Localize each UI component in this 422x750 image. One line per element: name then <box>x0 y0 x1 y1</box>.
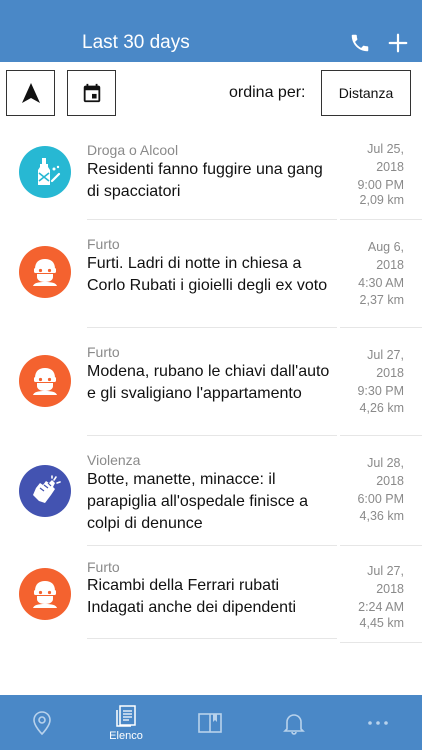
item-date: Aug 6, 2018 4:30 AM <box>324 238 404 292</box>
item-date: Jul 28, 2018 6:00 PM <box>324 454 404 508</box>
category-badge <box>19 246 71 298</box>
item-distance: 4,36 km <box>359 509 404 523</box>
item-category: Furto <box>87 344 120 360</box>
item-date-day: Aug 6, <box>367 240 404 254</box>
tab-list[interactable]: Elenco <box>84 695 168 750</box>
item-date: Jul 25, 2018 9:00 PM <box>324 140 404 194</box>
violence-fist-icon <box>33 475 61 503</box>
divider <box>87 638 337 639</box>
list-item[interactable]: Violenza Botte, manette, minacce: il par… <box>0 436 422 546</box>
divider <box>340 642 422 643</box>
bottom-tab-bar: Elenco <box>0 695 422 750</box>
item-distance: 2,09 km <box>359 193 404 207</box>
tab-more[interactable] <box>336 695 420 750</box>
list-item[interactable]: Furto Furti. Ladri di notte in chiesa a … <box>0 220 422 328</box>
thief-icon <box>33 259 57 286</box>
item-date: Jul 27, 2018 2:24 AM <box>324 562 404 616</box>
category-badge <box>19 146 71 198</box>
list-item[interactable]: Furto Modena, rubano le chiavi dall'auto… <box>0 328 422 436</box>
item-title: Residenti fanno fuggire una gang di spac… <box>87 161 323 200</box>
item-distance: 2,37 km <box>359 293 404 307</box>
calendar-icon <box>83 83 100 103</box>
tab-list-label: Elenco <box>109 729 143 742</box>
item-date-day: Jul 25, <box>367 142 404 156</box>
item-distance: 4,26 km <box>359 401 404 415</box>
item-date: Jul 27, 2018 9:30 PM <box>324 346 404 400</box>
phone-icon <box>351 34 369 52</box>
call-button[interactable] <box>347 30 373 56</box>
item-title: Furti. Ladri di notte in chiesa a Corlo … <box>87 255 328 294</box>
item-title: Ricambi della Ferrari rubati Indagati an… <box>87 577 297 616</box>
item-category: Violenza <box>87 452 141 468</box>
more-icon <box>368 720 388 725</box>
filter-toolbar: ordina per: Distanza <box>0 62 422 122</box>
book-icon <box>198 712 222 733</box>
item-title: Botte, manette, minacce: il parapiglia a… <box>87 471 308 532</box>
list-item[interactable]: Droga o Alcool Residenti fanno fuggire u… <box>0 122 422 220</box>
location-button[interactable] <box>6 70 55 116</box>
item-date-year: 2018 <box>376 258 404 272</box>
list-item[interactable]: Furto Ricambi della Ferrari rubati Indag… <box>0 546 422 643</box>
date-filter-button[interactable] <box>67 70 116 116</box>
item-time: 9:30 PM <box>357 384 404 398</box>
sort-label: ordina per: <box>229 84 306 101</box>
item-time: 6:00 PM <box>357 492 404 506</box>
page-title: Last 30 days <box>82 32 190 53</box>
item-date-day: Jul 27, <box>367 564 404 578</box>
item-date-day: Jul 28, <box>367 456 404 470</box>
category-badge <box>19 568 71 620</box>
sort-select[interactable]: Distanza <box>321 70 411 116</box>
item-time: 9:00 PM <box>357 178 404 192</box>
item-date-year: 2018 <box>376 474 404 488</box>
bell-icon <box>283 713 305 735</box>
item-date-year: 2018 <box>376 582 404 596</box>
item-time: 4:30 AM <box>358 276 404 290</box>
item-distance: 4,45 km <box>359 616 404 630</box>
map-pin-icon <box>33 710 51 735</box>
tab-map[interactable] <box>0 695 84 750</box>
thief-icon <box>33 581 57 608</box>
item-time: 2:24 AM <box>358 600 404 614</box>
item-date-year: 2018 <box>376 366 404 380</box>
category-badge <box>19 355 71 407</box>
app-header: Last 30 days <box>0 0 422 62</box>
item-date-year: 2018 <box>376 160 404 174</box>
list-document-icon <box>116 704 136 727</box>
item-category: Furto <box>87 236 120 252</box>
tab-book[interactable] <box>168 695 252 750</box>
navigation-arrow-icon <box>21 83 40 103</box>
drugs-alcohol-icon <box>38 158 61 185</box>
item-title: Modena, rubano le chiavi dall'auto e gli… <box>87 363 330 402</box>
plus-icon <box>388 33 408 53</box>
category-badge <box>19 465 71 517</box>
item-category: Droga o Alcool <box>87 142 179 158</box>
item-date-day: Jul 27, <box>367 348 404 362</box>
thief-icon <box>33 368 57 395</box>
add-report-button[interactable] <box>385 30 411 56</box>
tab-notifications[interactable] <box>252 695 336 750</box>
item-category: Furto <box>87 559 120 575</box>
